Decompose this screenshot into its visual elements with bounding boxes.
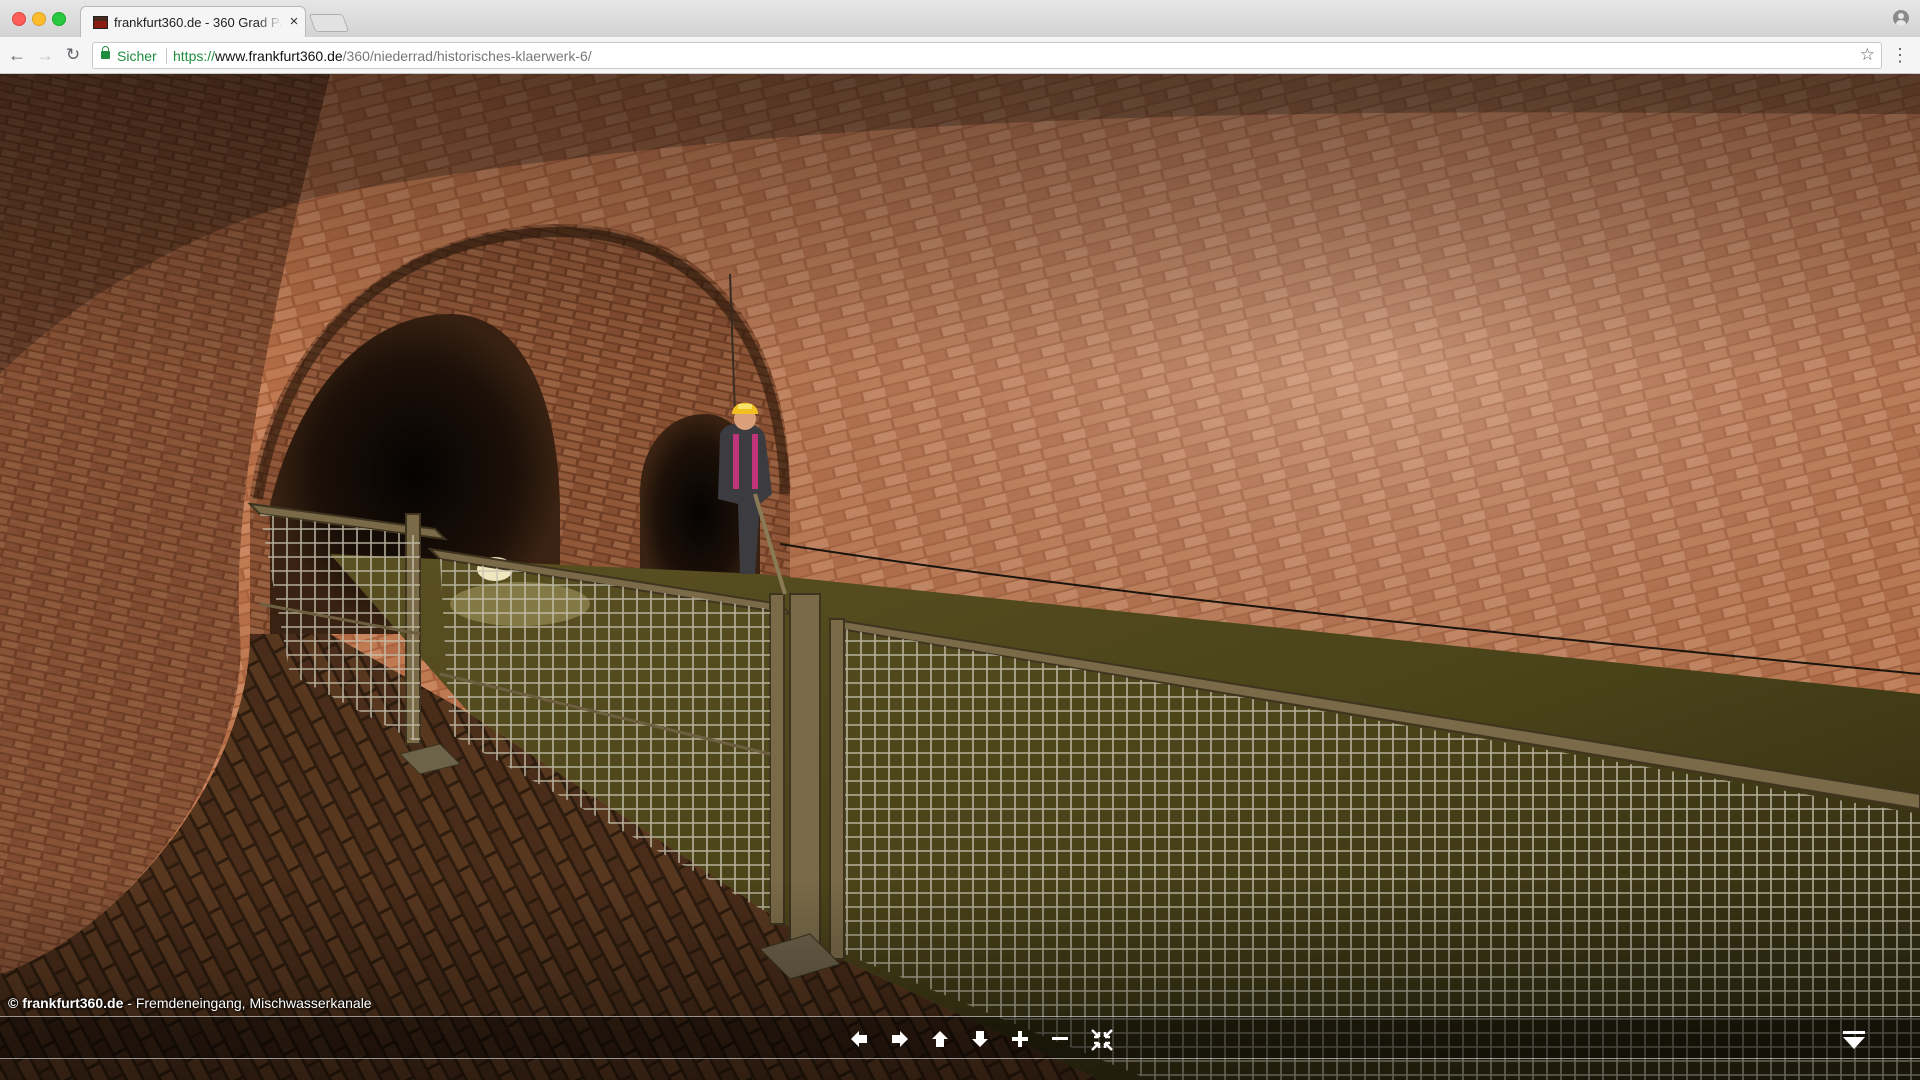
collapse-arrows-icon[interactable] — [1088, 1025, 1116, 1053]
url-text[interactable]: https://www.frankfurt360.de/360/niederra… — [173, 48, 592, 64]
minimize-window-button[interactable] — [32, 12, 46, 26]
address-bar[interactable]: Sicher https://www.frankfurt360.de/360/n… — [92, 42, 1882, 69]
url-path: /360/niederrad/historisches-klaerwerk-6/ — [342, 48, 592, 64]
panorama-image[interactable] — [0, 74, 1920, 1080]
secure-label: Sicher — [117, 48, 157, 64]
panorama-viewer[interactable]: © frankfurt360.de - Fremdeneingang, Misc… — [0, 74, 1920, 1080]
caption-text: Fremdeneingang, Mischwasserkanale — [135, 995, 372, 1011]
photo-credit-caption: © frankfurt360.de - Fremdeneingang, Misc… — [8, 995, 372, 1011]
reload-icon[interactable]: ↻ — [62, 44, 84, 66]
close-window-button[interactable] — [12, 12, 26, 26]
back-arrow-icon[interactable]: ← — [6, 44, 28, 66]
tab-title: frankfurt360.de - 360 Grad Panorama — [114, 15, 282, 30]
browser-tab-active[interactable]: frankfurt360.de - 360 Grad Panorama × — [80, 6, 306, 37]
viewer-controlbar — [0, 1016, 1920, 1059]
triangle-menu-icon[interactable] — [1840, 1025, 1868, 1053]
lock-icon — [101, 46, 110, 59]
url-host: www.frankfurt360.de — [215, 48, 343, 64]
new-tab-button[interactable] — [308, 14, 350, 32]
caption-separator: - — [123, 995, 136, 1011]
arrow-up-icon[interactable] — [926, 1025, 954, 1053]
browser-toolbar: ← → ↻ Sicher https://www.frankfurt360.de… — [0, 37, 1920, 74]
tab-close-icon[interactable]: × — [286, 13, 302, 31]
url-scheme: https:// — [173, 48, 216, 64]
forward-arrow-icon[interactable]: → — [34, 44, 56, 66]
arrow-right-icon[interactable] — [886, 1025, 914, 1053]
favicon-icon — [93, 16, 108, 29]
address-divider — [166, 48, 167, 64]
profile-icon[interactable] — [1893, 10, 1909, 26]
arrow-left-icon[interactable] — [845, 1025, 873, 1053]
kebab-menu-icon[interactable]: ⋮ — [1890, 45, 1910, 67]
minus-icon[interactable] — [1046, 1025, 1074, 1053]
caption-site[interactable]: © frankfurt360.de — [8, 995, 123, 1011]
maximize-window-button[interactable] — [52, 12, 66, 26]
arrow-down-icon[interactable] — [966, 1025, 994, 1053]
browser-titlebar: frankfurt360.de - 360 Grad Panorama × — [0, 0, 1920, 37]
plus-icon[interactable] — [1006, 1025, 1034, 1053]
star-icon[interactable]: ☆ — [1860, 45, 1875, 65]
